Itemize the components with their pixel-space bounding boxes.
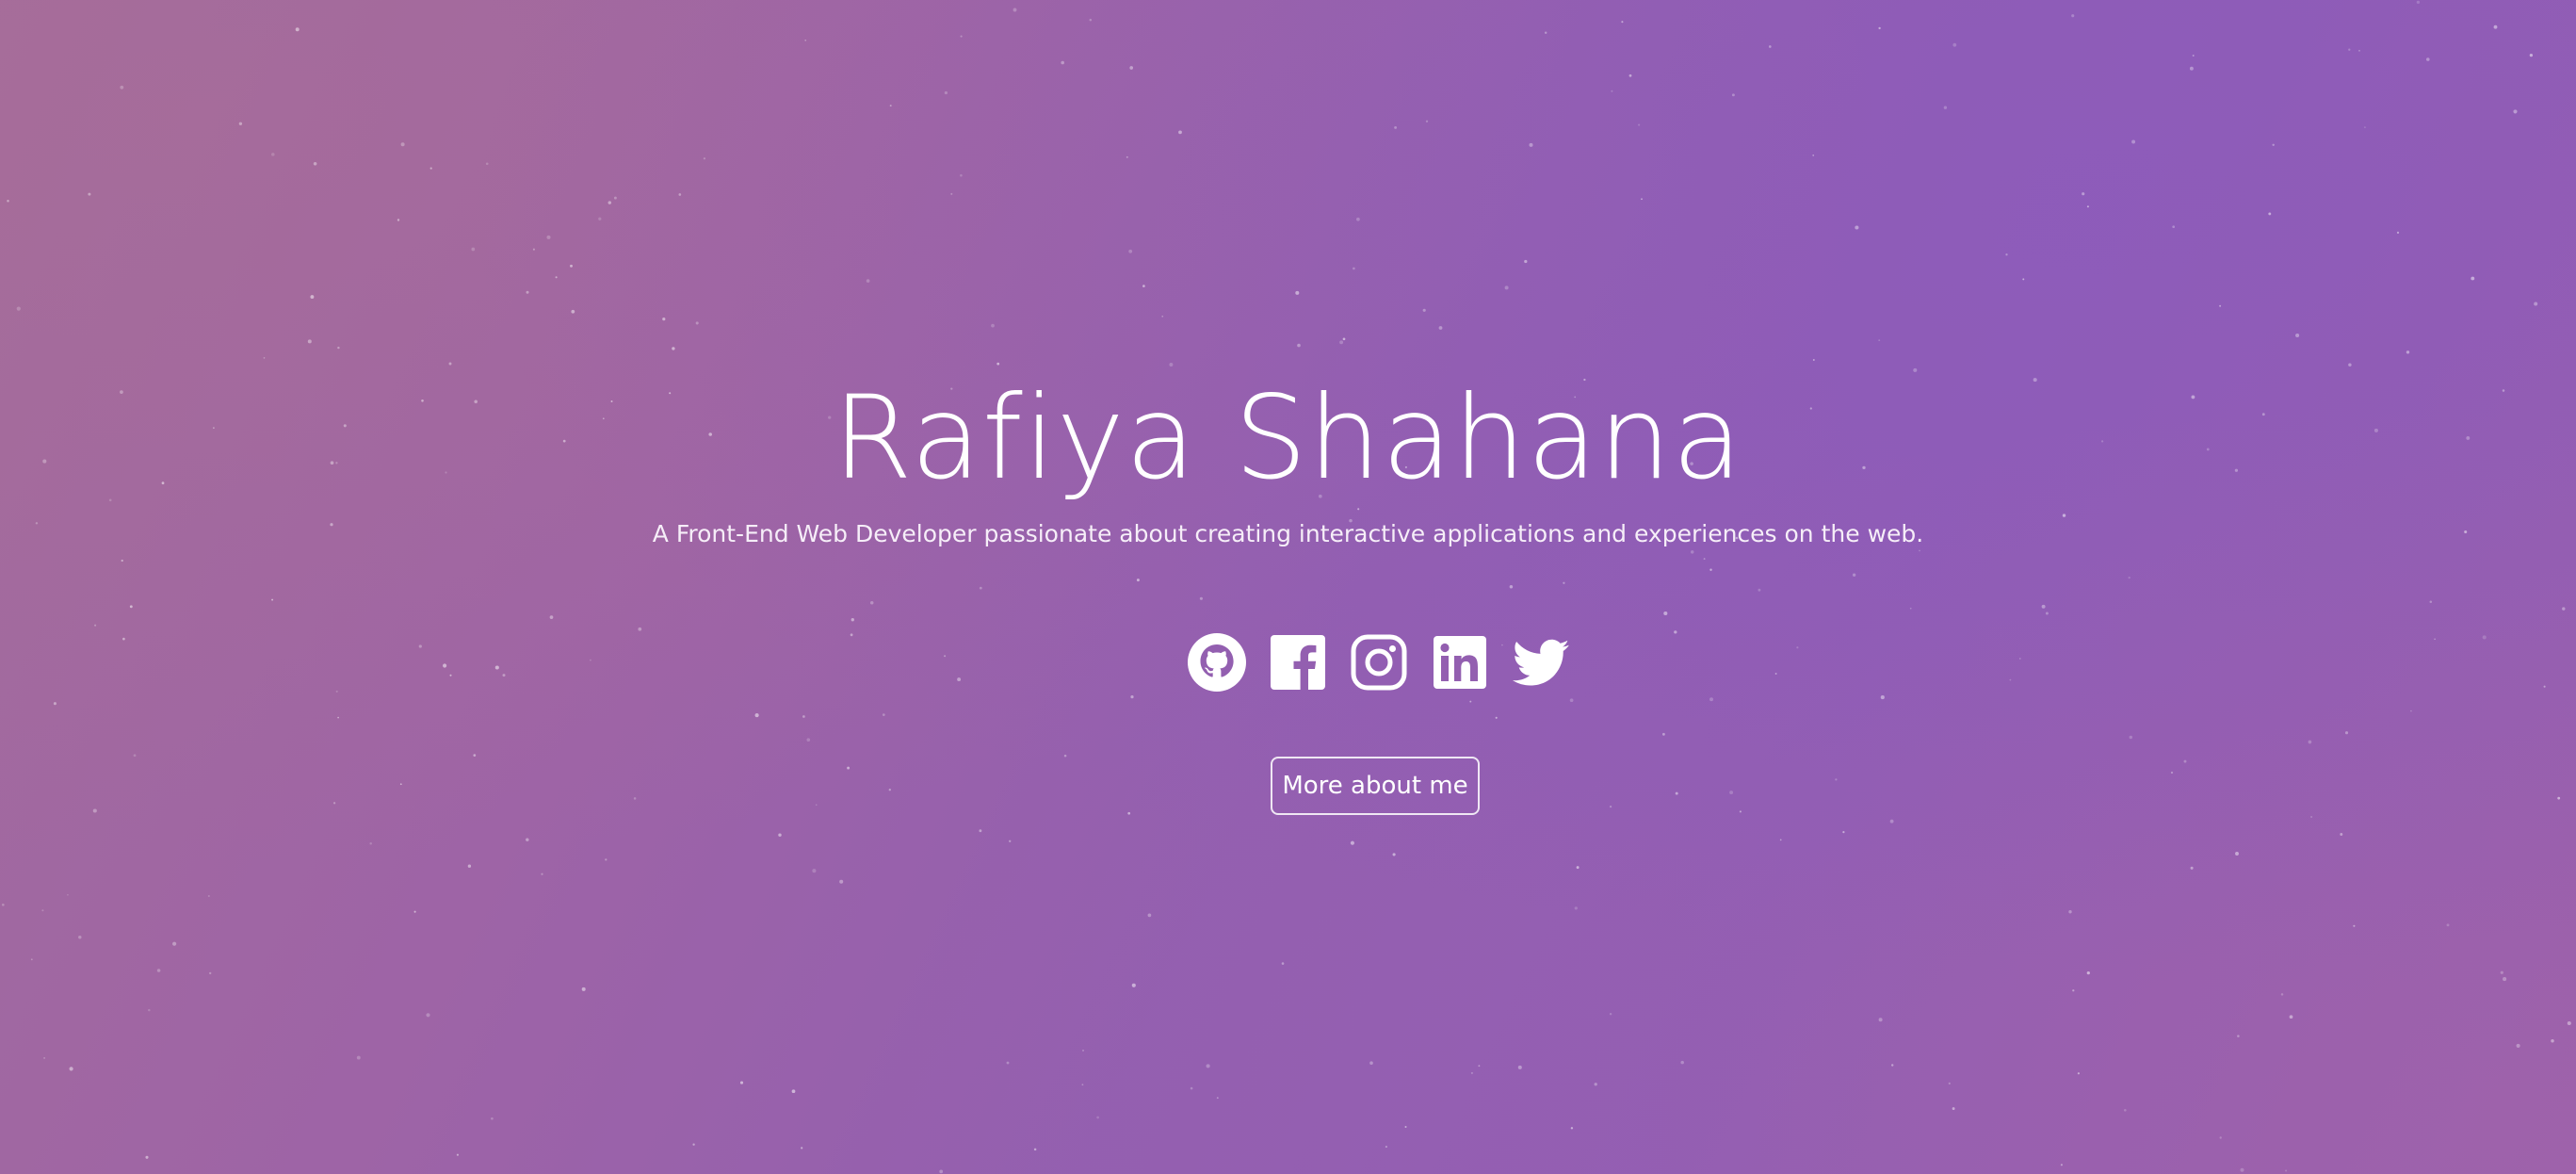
github-link[interactable] [1187, 632, 1247, 693]
linkedin-link[interactable] [1430, 632, 1490, 693]
twitter-icon [1513, 639, 1569, 686]
social-links [1187, 631, 1571, 693]
twitter-link[interactable] [1511, 632, 1571, 693]
instagram-icon [1351, 634, 1407, 691]
hero-tagline: A Front-End Web Developer passionate abo… [652, 520, 1924, 547]
facebook-link[interactable] [1268, 632, 1328, 693]
more-about-me-button[interactable]: More about me [1271, 757, 1480, 815]
hero-name: Rafiya Shahana [832, 371, 1744, 505]
hero-section: Rafiya Shahana A Front-End Web Developer… [0, 0, 2576, 1174]
facebook-icon [1271, 635, 1325, 690]
linkedin-icon [1434, 636, 1486, 689]
instagram-link[interactable] [1349, 632, 1409, 693]
github-icon [1188, 633, 1246, 692]
